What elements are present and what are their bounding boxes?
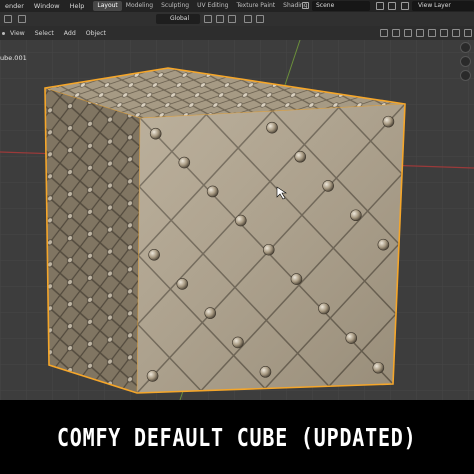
editor-type-icon[interactable] <box>4 15 12 23</box>
menu-object[interactable]: Object <box>81 30 111 37</box>
tuft-button <box>204 307 217 319</box>
tuft-button <box>322 180 334 192</box>
tuft-button <box>377 238 390 251</box>
mode-icon[interactable] <box>18 15 26 23</box>
tuft-button <box>350 209 362 222</box>
solid-shading-icon[interactable] <box>440 29 448 37</box>
pivot-icon[interactable] <box>204 15 212 23</box>
material-shading-icon[interactable] <box>452 29 460 37</box>
tuft-button <box>262 243 275 256</box>
tuft-button <box>372 361 385 374</box>
tuft-button <box>235 214 247 227</box>
tab-modeling[interactable]: Modeling <box>122 1 157 11</box>
viewport-canvas <box>0 40 474 400</box>
viewport-menu: View Select Add Object <box>0 26 474 40</box>
tab-sculpting[interactable]: Sculpting <box>157 1 193 11</box>
tuft-button <box>146 370 159 382</box>
scene-selector[interactable]: Scene <box>312 1 370 11</box>
tab-uv-editing[interactable]: UV Editing <box>193 1 232 11</box>
menu-render[interactable]: ender <box>0 2 29 10</box>
tuft-button <box>318 302 330 315</box>
transform-orientation-dropdown[interactable]: Global <box>156 14 200 24</box>
wireframe-shading-icon[interactable] <box>428 29 436 37</box>
falloff-icon[interactable] <box>256 15 264 23</box>
overlay-icon[interactable] <box>404 29 412 37</box>
scene-browse-icon[interactable] <box>376 2 384 10</box>
scene-close-icon[interactable] <box>388 2 396 10</box>
tuft-button <box>345 332 358 344</box>
proportional-edit-icon[interactable] <box>244 15 252 23</box>
pan-hand-icon[interactable] <box>460 56 471 67</box>
tuft-button <box>149 127 162 140</box>
menu-help[interactable]: Help <box>65 2 90 10</box>
menu-window[interactable]: Window <box>29 2 65 10</box>
cube-left-face <box>45 88 140 393</box>
tuft-button <box>294 150 307 163</box>
tab-texture-paint[interactable]: Texture Paint <box>232 1 279 11</box>
workspace-tabs: Layout Modeling Sculpting UV Editing Tex… <box>93 0 311 12</box>
tuft-button <box>266 121 278 134</box>
visibility-icon[interactable] <box>380 29 388 37</box>
view-layer-icon[interactable] <box>401 2 409 10</box>
viewport-header: Global <box>0 12 474 26</box>
tuft-button <box>232 336 244 349</box>
menu-add[interactable]: Add <box>59 30 81 37</box>
scene-icon[interactable] <box>302 2 309 9</box>
camera-icon[interactable] <box>460 70 471 81</box>
tuft-button <box>206 185 219 198</box>
object-name-label: ube.001 <box>0 54 27 62</box>
top-menubar: ender Window Help Layout Modeling Sculpt… <box>0 0 474 12</box>
snap-settings-icon[interactable] <box>228 15 236 23</box>
caption-bar: COMFY DEFAULT CUBE (UPDATED) <box>0 400 474 474</box>
tuft-button <box>176 278 189 290</box>
tuft-button <box>259 366 272 378</box>
menu-view[interactable]: View <box>5 30 30 37</box>
tuft-button <box>148 249 160 261</box>
snap-icon[interactable] <box>216 15 224 23</box>
zoom-icon[interactable] <box>460 42 471 53</box>
tuft-button <box>382 115 395 128</box>
3d-viewport[interactable]: ube.001 <box>0 40 474 400</box>
gizmo-icon[interactable] <box>392 29 400 37</box>
tab-layout[interactable]: Layout <box>93 1 122 11</box>
menu-select[interactable]: Select <box>30 30 59 37</box>
navigation-gizmo-buttons <box>460 42 472 84</box>
caption-text: COMFY DEFAULT CUBE (UPDATED) <box>57 422 417 452</box>
rendered-shading-icon[interactable] <box>464 29 472 37</box>
tuft-button <box>178 156 191 169</box>
xray-icon[interactable] <box>416 29 424 37</box>
view-layer-selector[interactable]: View Layer <box>412 1 474 11</box>
tuft-button <box>290 273 303 285</box>
